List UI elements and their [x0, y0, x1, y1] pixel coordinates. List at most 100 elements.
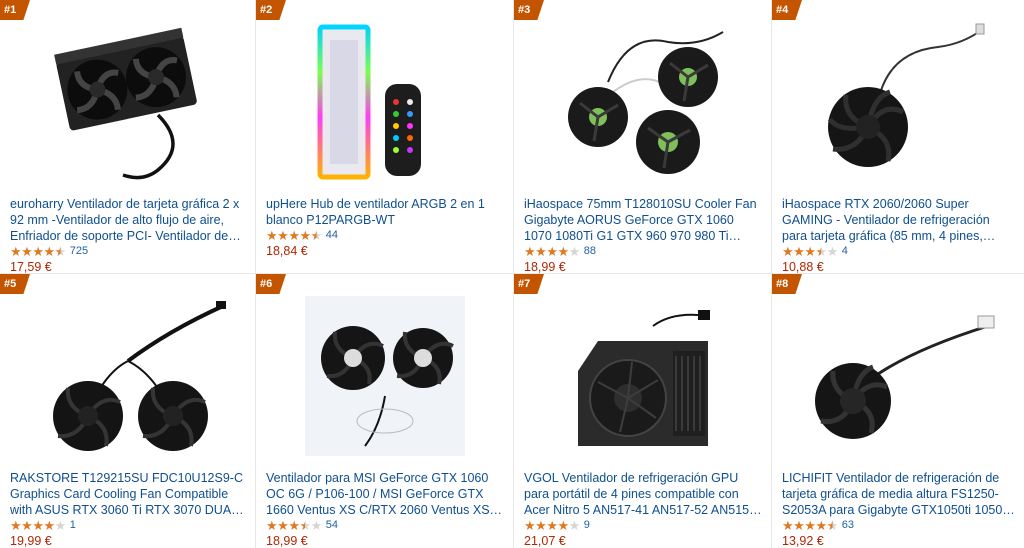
product-card-1[interactable]: #1 euroharry Ventilador de tarjeta gráfi…: [0, 0, 256, 274]
product-image[interactable]: [772, 286, 1024, 466]
star-half-icon: ★: [299, 517, 311, 533]
product-image[interactable]: [772, 12, 1024, 192]
product-grid: #1 euroharry Ventilador de tarjeta gráfi…: [0, 0, 1024, 548]
product-price: 13,92 €: [782, 534, 824, 548]
star-full-icon: ★: [546, 517, 558, 533]
star-full-icon: ★: [535, 243, 547, 259]
star-full-icon: ★: [288, 227, 300, 243]
star-full-icon: ★: [557, 517, 569, 533]
product-card-7[interactable]: #7 VGOL Ventilador de refrigeración GPU …: [514, 274, 772, 548]
star-full-icon: ★: [782, 243, 794, 259]
review-count[interactable]: 88: [584, 245, 596, 257]
star-half-icon: ★: [815, 243, 827, 259]
product-price: 18,99 €: [266, 534, 308, 548]
star-full-icon: ★: [793, 243, 805, 259]
product-price: 17,59 €: [10, 260, 52, 274]
product-card-4[interactable]: #4 iHaospace RTX 2060/2060 Super GAMING …: [772, 0, 1024, 274]
star-full-icon: ★: [21, 243, 33, 259]
star-rating[interactable]: ★ ★ ★ ★ ★: [782, 519, 838, 532]
star-full-icon: ★: [277, 517, 289, 533]
laptop-blower-fan-icon: [577, 310, 710, 446]
star-rating[interactable]: ★ ★ ★ ★ ★: [10, 519, 66, 532]
product-price: 18,84 €: [266, 244, 308, 258]
product-title[interactable]: LICHIFIT Ventilador de refrigeración de …: [782, 470, 1016, 518]
star-full-icon: ★: [288, 517, 300, 533]
product-title[interactable]: iHaospace 75mm T128010SU Cooler Fan Giga…: [524, 196, 763, 244]
star-full-icon: ★: [10, 517, 22, 533]
dual-fan-bracket-icon: [53, 27, 197, 179]
star-full-icon: ★: [21, 517, 33, 533]
star-rating[interactable]: ★ ★ ★ ★ ★: [10, 245, 66, 258]
rating-row: ★ ★ ★ ★ ★ 44: [266, 228, 338, 242]
rating-row: ★ ★ ★ ★ ★ 725: [10, 244, 88, 258]
review-count[interactable]: 725: [70, 245, 88, 257]
rating-row: ★ ★ ★ ★ ★ 63: [782, 518, 854, 532]
product-image[interactable]: [0, 12, 255, 192]
star-rating[interactable]: ★ ★ ★ ★ ★: [782, 245, 838, 258]
star-full-icon: ★: [10, 243, 22, 259]
product-price: 21,07 €: [524, 534, 566, 548]
star-full-icon: ★: [43, 517, 55, 533]
product-card-8[interactable]: #8 LICHIFIT Ventilador de refrigeración …: [772, 274, 1024, 548]
star-full-icon: ★: [535, 517, 547, 533]
star-full-icon: ★: [266, 227, 278, 243]
star-rating[interactable]: ★ ★ ★ ★ ★: [524, 519, 580, 532]
product-title[interactable]: iHaospace RTX 2060/2060 Super GAMING - V…: [782, 196, 1016, 244]
star-full-icon: ★: [815, 517, 827, 533]
product-image[interactable]: [256, 286, 513, 466]
star-full-icon: ★: [546, 243, 558, 259]
star-half-icon: ★: [826, 517, 839, 533]
product-image[interactable]: [514, 286, 771, 466]
star-full-icon: ★: [524, 243, 536, 259]
triple-gpu-fans-icon: [567, 31, 724, 174]
product-price: 18,99 €: [524, 260, 566, 274]
rating-row: ★ ★ ★ ★ ★ 88: [524, 244, 596, 258]
product-image[interactable]: [256, 12, 513, 192]
review-count[interactable]: 44: [326, 229, 338, 241]
product-card-6[interactable]: #6 Ventilador para MSI GeForce GTX 1060 …: [256, 274, 514, 548]
star-full-icon: ★: [32, 243, 44, 259]
product-title[interactable]: Ventilador para MSI GeForce GTX 1060 OC …: [266, 470, 505, 518]
star-empty-icon: ★: [54, 517, 67, 533]
review-count[interactable]: 4: [842, 245, 848, 257]
star-half-icon: ★: [310, 227, 323, 243]
product-title[interactable]: upHere Hub de ventilador ARGB 2 en 1 bla…: [266, 196, 505, 228]
product-image[interactable]: [0, 286, 255, 466]
rating-row: ★ ★ ★ ★ ★ 54: [266, 518, 338, 532]
star-full-icon: ★: [43, 243, 55, 259]
star-half-icon: ★: [54, 243, 67, 259]
rating-row: ★ ★ ★ ★ ★ 4: [782, 244, 848, 258]
review-count[interactable]: 54: [326, 519, 338, 531]
product-card-2[interactable]: #2 upHere Hub de ventilador ARGB 2 en 1 …: [256, 0, 514, 274]
star-full-icon: ★: [32, 517, 44, 533]
product-title[interactable]: RAKSTORE T129215SU FDC10U12S9-C Graphics…: [10, 470, 247, 518]
star-empty-icon: ★: [826, 243, 839, 259]
product-image[interactable]: [514, 12, 771, 192]
star-full-icon: ★: [804, 243, 816, 259]
product-price: 10,88 €: [782, 260, 824, 274]
review-count[interactable]: 1: [70, 519, 76, 531]
argb-hub-remote-icon: [317, 24, 421, 180]
star-full-icon: ★: [299, 227, 311, 243]
rating-row: ★ ★ ★ ★ ★ 9: [524, 518, 590, 532]
product-title[interactable]: VGOL Ventilador de refrigeración GPU par…: [524, 470, 763, 518]
star-empty-icon: ★: [568, 517, 581, 533]
review-count[interactable]: 9: [584, 519, 590, 531]
product-price: 19,99 €: [10, 534, 52, 548]
star-empty-icon: ★: [310, 517, 323, 533]
dual-gpu-fans-icon: [52, 301, 226, 451]
star-full-icon: ★: [277, 227, 289, 243]
star-empty-icon: ★: [568, 243, 581, 259]
small-gpu-fan-icon: [815, 315, 995, 439]
product-card-3[interactable]: #3 iHaospace 75mm T128010SU Cooler Fan G…: [514, 0, 772, 274]
star-rating[interactable]: ★ ★ ★ ★ ★: [266, 519, 322, 532]
product-card-5[interactable]: #5 RAKSTORE T129215SU FDC10U12S9-C Graph…: [0, 274, 256, 548]
product-title[interactable]: euroharry Ventilador de tarjeta gráfica …: [10, 196, 247, 244]
star-rating[interactable]: ★ ★ ★ ★ ★: [266, 229, 322, 242]
star-full-icon: ★: [793, 517, 805, 533]
rating-row: ★ ★ ★ ★ ★ 1: [10, 518, 76, 532]
single-gpu-fan-icon: [827, 23, 985, 167]
star-full-icon: ★: [524, 517, 536, 533]
review-count[interactable]: 63: [842, 519, 854, 531]
star-rating[interactable]: ★ ★ ★ ★ ★: [524, 245, 580, 258]
